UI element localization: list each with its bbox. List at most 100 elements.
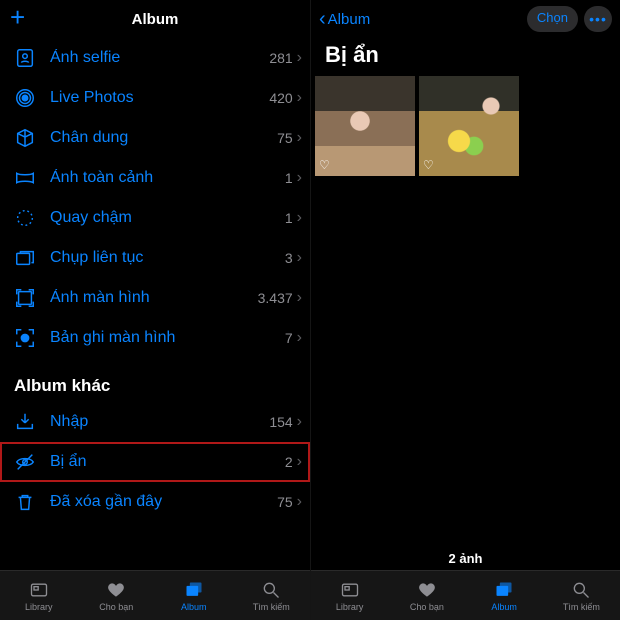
slomo-icon [14,207,36,229]
tab-cho bạn[interactable]: Cho bạn [78,571,156,620]
photo-thumb[interactable]: ♡ [315,76,415,176]
photo-thumb[interactable]: ♡ [419,76,519,176]
tab-tìm kiếm[interactable]: Tìm kiếm [543,571,620,620]
album-row-label: Ảnh selfie [50,49,269,67]
tab-label: Library [336,602,364,612]
tab-album[interactable]: Album [466,571,543,620]
tab-library[interactable]: Library [311,571,388,620]
chevron-right-icon: › [295,49,310,67]
album-row-label: Ảnh màn hình [50,289,258,307]
section-header: Album khác [0,358,310,402]
favorite-icon: ♡ [423,158,434,172]
album-row-trash[interactable]: Đã xóa gần đây 75 › [0,482,310,522]
album-row-label: Đã xóa gần đây [50,493,277,511]
page-title: Album [132,11,179,28]
tab-icon [493,580,515,600]
album-row-slomo[interactable]: Quay chậm 1 › [0,198,310,238]
photo-grid: ♡ ♡ [311,76,620,176]
album-row-label: Bị ẩn [50,453,285,471]
favorite-icon: ♡ [319,158,330,172]
album-row-screenshot[interactable]: Ảnh màn hình 3.437 › [0,278,310,318]
tab-icon [183,580,205,600]
album-row-live[interactable]: Live Photos 420 › [0,78,310,118]
tab-icon [416,580,438,600]
hidden-icon [14,451,36,473]
album-row-count: 3.437 [258,290,293,306]
album-row-label: Chụp liên tục [50,249,285,267]
album-row-count: 75 [277,130,293,146]
album-row-hidden[interactable]: Bị ẩn 2 › [0,442,310,482]
selfie-icon [14,47,36,69]
album-list: Ảnh selfie 281 › Live Photos 420 › Chân … [0,38,310,620]
tab-label: Tìm kiếm [253,602,290,612]
album-row-burst[interactable]: Chụp liên tục 3 › [0,238,310,278]
tab-library[interactable]: Library [0,571,78,620]
select-button[interactable]: Chọn [527,6,578,32]
screenshot-icon [14,287,36,309]
album-row-label: Ảnh toàn cảnh [50,169,285,187]
tab-label: Album [181,602,207,612]
tab-cho bạn[interactable]: Cho bạn [388,571,465,620]
album-row-selfie[interactable]: Ảnh selfie 281 › [0,38,310,78]
side-by-side: + Album Ảnh selfie 281 › Live Photos 420… [0,0,620,620]
tab-icon [260,580,282,600]
chevron-right-icon: › [295,89,310,107]
trash-icon [14,491,36,513]
album-row-count: 420 [269,90,292,106]
photo-count: 2 ảnh [311,551,620,566]
tab-icon [570,580,592,600]
more-button[interactable]: ••• [584,6,612,32]
album-row-label: Chân dung [50,129,277,147]
chevron-right-icon: › [295,493,310,511]
add-button[interactable]: + [10,4,25,30]
tab-label: Cho bạn [410,602,444,612]
album-row-label: Bản ghi màn hình [50,329,285,347]
album-row-screenrec[interactable]: Bản ghi màn hình 7 › [0,318,310,358]
album-row-label: Live Photos [50,89,269,107]
tab-bar: Library Cho bạn Album Tìm kiếm [0,570,310,620]
chevron-right-icon: › [295,453,310,471]
tab-label: Album [491,602,517,612]
tab-icon [339,580,361,600]
import-icon [14,411,36,433]
album-row-count: 7 [285,330,293,346]
chevron-right-icon: › [295,209,310,227]
tab-tìm kiếm[interactable]: Tìm kiếm [233,571,311,620]
album-row-count: 75 [277,494,293,510]
back-label: Album [328,11,371,28]
album-row-label: Nhập [50,413,269,431]
album-row-import[interactable]: Nhập 154 › [0,402,310,442]
chevron-right-icon: › [295,329,310,347]
chevron-right-icon: › [295,289,310,307]
album-row-portrait[interactable]: Chân dung 75 › [0,118,310,158]
chevron-right-icon: › [295,249,310,267]
live-icon [14,87,36,109]
chevron-right-icon: › [295,169,310,187]
album-row-count: 2 [285,454,293,470]
chevron-right-icon: › [295,413,310,431]
tab-label: Cho bạn [99,602,133,612]
album-row-pano[interactable]: Ảnh toàn cảnh 1 › [0,158,310,198]
album-title: Bị ẩn [311,38,620,76]
album-row-count: 1 [285,170,293,186]
right-pane: ‹ Album Chọn ••• Bị ẩn ♡ ♡ 2 ảnh Library [310,0,620,620]
album-row-count: 3 [285,250,293,266]
tab-icon [105,580,127,600]
tab-label: Tìm kiếm [563,602,600,612]
ellipsis-icon: ••• [589,11,607,27]
tab-label: Library [25,602,53,612]
tab-icon [28,580,50,600]
tab-album[interactable]: Album [155,571,233,620]
album-row-label: Quay chậm [50,209,285,227]
pano-icon [14,167,36,189]
album-row-count: 281 [269,50,292,66]
left-pane: + Album Ảnh selfie 281 › Live Photos 420… [0,0,310,620]
chevron-left-icon: ‹ [319,9,326,29]
right-nav: ‹ Album Chọn ••• [311,0,620,38]
nav-actions: Chọn ••• [527,6,612,32]
tab-bar: Library Cho bạn Album Tìm kiếm [311,570,620,620]
burst-icon [14,247,36,269]
back-button[interactable]: ‹ Album [319,9,370,29]
chevron-right-icon: › [295,129,310,147]
album-row-count: 154 [269,414,292,430]
